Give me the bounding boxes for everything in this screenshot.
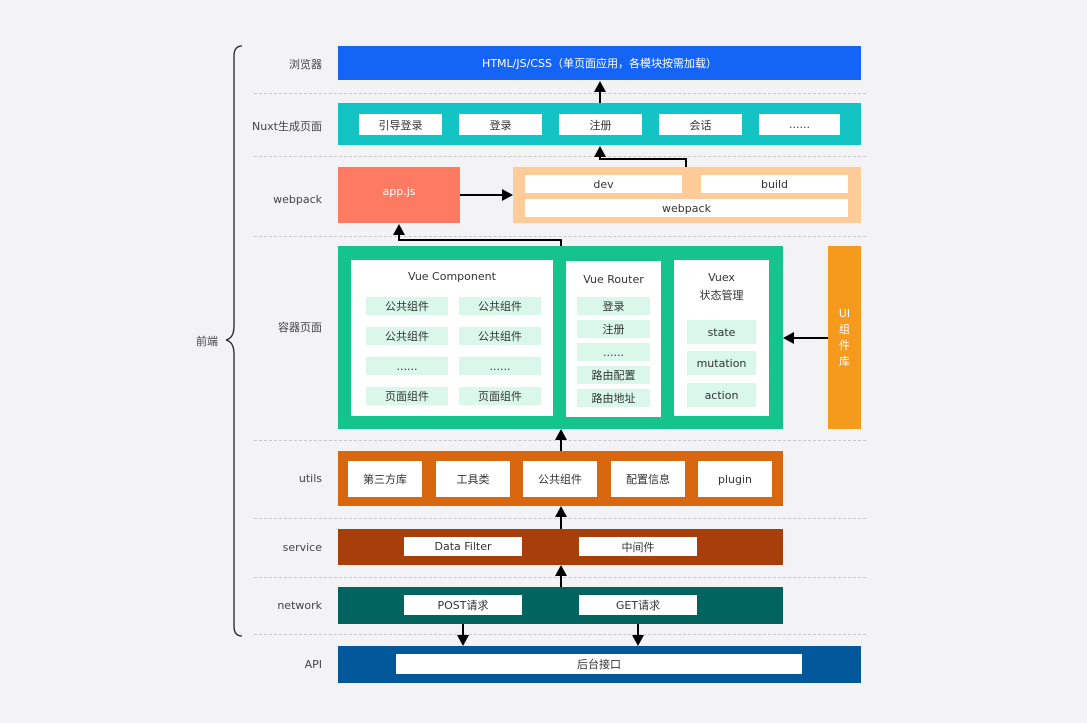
arrow-head: [457, 635, 469, 646]
arrow-head: [555, 429, 567, 440]
arrow-line: [599, 157, 687, 167]
arrow-head: [594, 81, 606, 92]
arrow-head: [502, 189, 513, 201]
arrow-head: [594, 146, 606, 157]
arrow-head: [555, 565, 567, 576]
arrow-head: [632, 635, 644, 646]
arrow-head: [555, 506, 567, 517]
arrow-line: [398, 235, 562, 246]
arrows-layer: [393, 81, 828, 646]
arrow-head: [783, 332, 794, 344]
arrow-head: [393, 224, 405, 235]
